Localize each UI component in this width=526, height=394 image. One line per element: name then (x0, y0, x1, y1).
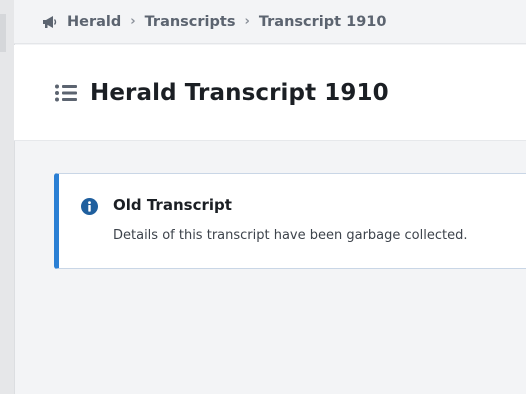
list-icon (54, 83, 78, 103)
breadcrumb-item-transcripts[interactable]: Transcripts (145, 14, 236, 30)
rail-tab[interactable] (0, 14, 6, 52)
left-rail (0, 0, 15, 394)
breadcrumb-separator: › (130, 14, 136, 29)
page-title: Herald Transcript 1910 (90, 79, 389, 106)
megaphone-icon (42, 15, 58, 29)
notice-body: Details of this transcript have been gar… (113, 228, 468, 243)
info-notice: Old Transcript Details of this transcrip… (54, 173, 526, 269)
breadcrumb-item-transcript[interactable]: Transcript 1910 (259, 14, 387, 30)
page-header: Herald Transcript 1910 (14, 45, 526, 141)
breadcrumb: Herald › Transcripts › Transcript 1910 (14, 0, 526, 44)
info-circle-icon (81, 198, 98, 219)
notice-title: Old Transcript (113, 196, 232, 214)
breadcrumb-item-herald[interactable]: Herald (67, 14, 121, 30)
breadcrumb-separator: › (244, 14, 250, 29)
